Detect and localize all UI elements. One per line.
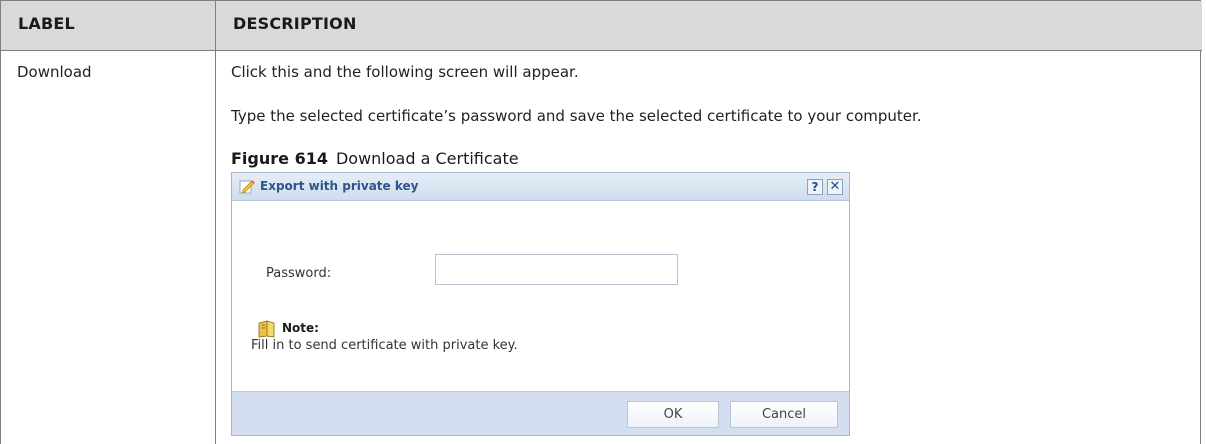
dialog-title: Export with private key — [260, 179, 419, 193]
password-input[interactable] — [435, 254, 678, 285]
figure-title: Download a Certificate — [335, 149, 519, 168]
password-label: Password: — [266, 266, 332, 281]
dialog-footer: OK Cancel — [232, 391, 849, 435]
dialog-titlebar: Export with private key ? ✕ — [232, 173, 849, 201]
ok-button[interactable]: OK — [627, 401, 719, 428]
note-book-icon — [258, 320, 275, 338]
header-description: DESCRIPTION — [233, 14, 357, 33]
pencil-edit-icon — [239, 180, 255, 194]
description-paragraph-2: Type the selected certificate’s password… — [231, 107, 922, 125]
close-button[interactable]: ✕ — [827, 179, 843, 195]
row-label-download: Download — [17, 63, 92, 81]
note-title: Note: — [282, 321, 319, 335]
figure-number: Figure 614 — [231, 149, 328, 168]
description-table: LABEL DESCRIPTION Download Click this an… — [0, 0, 1202, 444]
table-header-row: LABEL DESCRIPTION — [1, 1, 1202, 51]
description-paragraph-1: Click this and the following screen will… — [231, 63, 579, 81]
note-text: Fill in to send certificate with private… — [251, 338, 518, 353]
header-label: LABEL — [18, 14, 75, 33]
help-button[interactable]: ? — [807, 179, 823, 195]
figure-caption: Figure 614 Download a Certificate — [231, 149, 519, 168]
export-dialog: Export with private key ? ✕ Password: No… — [231, 172, 850, 436]
cancel-button[interactable]: Cancel — [730, 401, 838, 428]
column-divider — [215, 1, 216, 444]
